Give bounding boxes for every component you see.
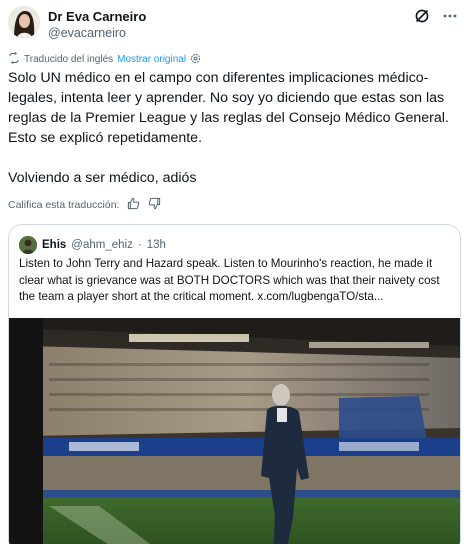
tweet-paragraph: Solo UN médico en el campo con diferente… [8, 70, 449, 146]
grok-icon[interactable] [414, 8, 430, 24]
quoted-timestamp[interactable]: 13h [147, 239, 166, 251]
header-actions [414, 8, 458, 24]
quoted-author-handle[interactable]: @ahm_ehiz [71, 239, 133, 251]
translation-label: Traducido del inglés [24, 54, 114, 65]
tweet-body: Solo UN médico en el campo con diferente… [8, 68, 456, 208]
quoted-tweet-text: Listen to John Terry and Hazard speak. L… [19, 257, 440, 303]
quoted-author-name[interactable]: Ehis [42, 239, 66, 251]
settings-icon[interactable] [190, 53, 201, 67]
more-options-icon[interactable] [442, 8, 458, 24]
rate-translation: Califica esta traducción: [8, 197, 161, 213]
quoted-author-avatar[interactable] [19, 236, 37, 254]
rate-translation-label: Califica esta traducción: [8, 199, 120, 211]
show-original-link[interactable]: Mostrar original [117, 54, 186, 65]
quoted-tweet-header: Ehis @ahm_ehiz · 13h [19, 236, 166, 254]
author-name[interactable]: Dr Eva Carneiro [48, 9, 146, 24]
thumbs-up-icon[interactable] [127, 197, 140, 213]
tweet-paragraph: Volviendo a ser médico, adiós [8, 170, 197, 186]
translation-notice: Traducido del inglés Mostrar original [8, 52, 201, 67]
video-frame: And in the [9, 318, 460, 544]
author-avatar[interactable] [8, 6, 40, 38]
tweet-header: Dr Eva Carneiro @evacarneiro [8, 6, 458, 42]
translate-icon [8, 52, 20, 67]
thumbs-down-icon[interactable] [148, 197, 161, 213]
separator-dot: · [137, 239, 142, 251]
quoted-tweet[interactable]: Ehis @ahm_ehiz · 13h Listen to John Terr… [8, 224, 461, 544]
author-handle[interactable]: @evacarneiro [48, 26, 126, 40]
quoted-video[interactable]: And in the [9, 318, 460, 544]
